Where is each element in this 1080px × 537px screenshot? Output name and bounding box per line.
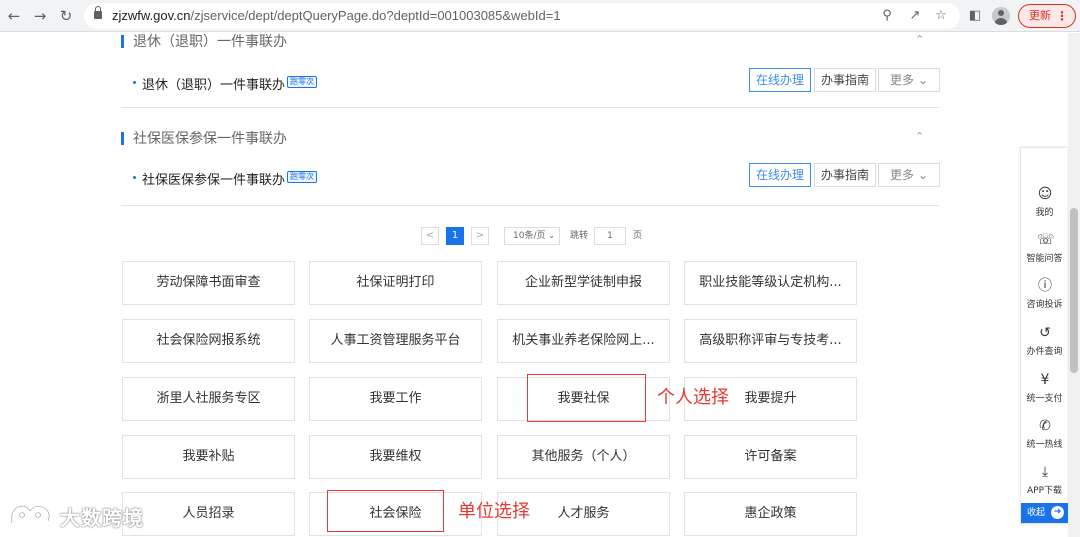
yen-icon: ¥ — [1040, 372, 1050, 388]
service-card[interactable]: 许可备案 — [684, 435, 857, 479]
reload-icon[interactable]: ↻ — [56, 6, 76, 26]
watermark-text: 大数跨境 — [60, 506, 144, 530]
zoom-icon[interactable]: ⚲ — [878, 7, 896, 25]
update-button[interactable]: 更新 ⋮ — [1018, 4, 1076, 28]
online-handle-button[interactable]: 在线办理 — [749, 68, 811, 92]
goto-page-input[interactable]: 1 — [594, 227, 626, 245]
chevron-down-icon: ⌄ — [548, 231, 555, 240]
page-scrollbar[interactable] — [1068, 33, 1080, 537]
service-card[interactable]: 人事工资管理服务平台 — [309, 319, 482, 363]
service-card[interactable]: 劳动保障书面审查 — [122, 261, 295, 305]
sidebar-item-complaint[interactable]: ⓘ 咨询投诉 — [1021, 278, 1068, 322]
divider — [121, 205, 939, 206]
collapse-chevron-icon[interactable]: ⌃ — [915, 130, 924, 143]
headset-icon: ☏ — [1037, 232, 1055, 248]
arrow-right-icon: ➜ — [1051, 506, 1064, 519]
section-title: 社保医保参保一件事联办 — [121, 131, 287, 147]
next-page-button[interactable]: > — [471, 227, 489, 245]
page-suffix-label: 页 — [633, 231, 643, 241]
service-card[interactable]: 浙里人社服务专区 — [122, 377, 295, 421]
shield-icon: ⓘ — [1038, 278, 1052, 294]
prev-page-button[interactable]: < — [421, 227, 439, 245]
user-icon: ☺ — [1037, 186, 1053, 202]
sidebar-item-app-download[interactable]: ⤓ APP下载 — [1021, 464, 1068, 508]
collapse-chevron-icon[interactable]: ⌃ — [915, 33, 924, 46]
lock-icon — [94, 6, 102, 19]
goto-label: 跳转 — [570, 231, 589, 241]
forward-icon[interactable]: → — [30, 6, 50, 26]
guide-button[interactable]: 办事指南 — [814, 163, 876, 187]
service-item: 退休（退职）一件事联办 跑零次 在线办理 办事指南 更多 ⌄ — [121, 68, 940, 108]
service-card[interactable]: 我要工作 — [309, 377, 482, 421]
service-card[interactable]: 企业新型学徒制申报 — [497, 261, 670, 305]
annotation-company: 单位选择 — [458, 501, 530, 522]
chevron-down-icon: ⌄ — [917, 73, 928, 87]
service-card[interactable]: 惠企政策 — [684, 492, 857, 536]
service-item-name[interactable]: 退休（退职）一件事联办 — [142, 74, 285, 93]
more-dropdown[interactable]: 更多 ⌄ — [878, 68, 940, 92]
service-card[interactable]: 机关事业养老保险网上... — [497, 319, 670, 363]
bookmark-star-icon[interactable]: ☆ — [932, 7, 950, 25]
online-handle-button[interactable]: 在线办理 — [749, 163, 811, 187]
annotation-personal: 个人选择 — [657, 387, 729, 408]
bullet-icon — [133, 81, 136, 84]
browser-toolbar: ← → ↻ zjzwfw.gov.cn/zjservice/dept/deptQ… — [0, 0, 1080, 32]
sidebar-item-payment[interactable]: ¥ 统一支付 — [1021, 372, 1068, 416]
current-page-button[interactable]: 1 — [446, 227, 464, 245]
highlight-box-personal — [527, 374, 646, 422]
zero-visit-badge: 跑零次 — [287, 171, 317, 183]
side-panel-icon[interactable]: ◧ — [966, 7, 984, 25]
divider — [121, 107, 939, 108]
address-bar[interactable]: zjzwfw.gov.cn/zjservice/dept/deptQueryPa… — [84, 3, 960, 29]
service-item-name[interactable]: 社保医保参保一件事联办 — [142, 169, 285, 188]
sidebar-collapse-button[interactable]: 收起 ➜ — [1021, 503, 1068, 523]
profile-avatar-icon[interactable] — [992, 7, 1010, 25]
sidebar-item-smart-qa[interactable]: ☏ 智能问答 — [1021, 232, 1068, 276]
guide-button[interactable]: 办事指南 — [814, 68, 876, 92]
service-card[interactable]: 人员招录 — [122, 492, 295, 536]
history-icon: ↺ — [1039, 325, 1051, 341]
highlight-box-company — [327, 490, 444, 532]
zero-visit-badge: 跑零次 — [287, 76, 317, 88]
page-size-select[interactable]: 10条/页 ⌄ — [504, 227, 560, 245]
scroll-thumb[interactable] — [1070, 208, 1078, 373]
bullet-icon — [133, 176, 136, 179]
back-icon[interactable]: ← — [4, 6, 24, 26]
watermark-logo-icon — [10, 504, 51, 524]
download-icon: ⤓ — [1041, 464, 1049, 480]
url-text[interactable]: zjzwfw.gov.cn/zjservice/dept/deptQueryPa… — [112, 8, 561, 23]
service-card[interactable]: 我要维权 — [309, 435, 482, 479]
service-card[interactable]: 我要补贴 — [122, 435, 295, 479]
more-dropdown[interactable]: 更多 ⌄ — [878, 163, 940, 187]
right-float-sidebar: ☺ 我的 ☏ 智能问答 ⓘ 咨询投诉 ↺ 办件查询 ¥ 统一支付 ✆ 统一热线 … — [1020, 147, 1068, 524]
sidebar-item-mine[interactable]: ☺ 我的 — [1021, 186, 1068, 230]
service-card[interactable]: 社会保险网报系统 — [122, 319, 295, 363]
service-card[interactable]: 社保证明打印 — [309, 261, 482, 305]
service-card[interactable]: 职业技能等级认定机构... — [684, 261, 857, 305]
sidebar-item-hotline[interactable]: ✆ 统一热线 — [1021, 418, 1068, 462]
share-icon[interactable]: ↗ — [906, 7, 924, 25]
chevron-down-icon: ⌄ — [917, 168, 928, 182]
page-content: 退休（退职）一件事联办 ⌃ 退休（退职）一件事联办 跑零次 在线办理 办事指南 … — [0, 33, 1068, 537]
section-title: 退休（退职）一件事联办 — [121, 34, 287, 50]
service-card[interactable]: 其他服务（个人） — [497, 435, 670, 479]
menu-dots-icon[interactable]: ⋮ — [1056, 5, 1068, 27]
phone-icon: ✆ — [1039, 418, 1051, 434]
sidebar-item-case-query[interactable]: ↺ 办件查询 — [1021, 325, 1068, 369]
service-card[interactable]: 高级职称评审与专技考... — [684, 319, 857, 363]
service-item: 社保医保参保一件事联办 跑零次 在线办理 办事指南 更多 ⌄ — [121, 163, 940, 203]
